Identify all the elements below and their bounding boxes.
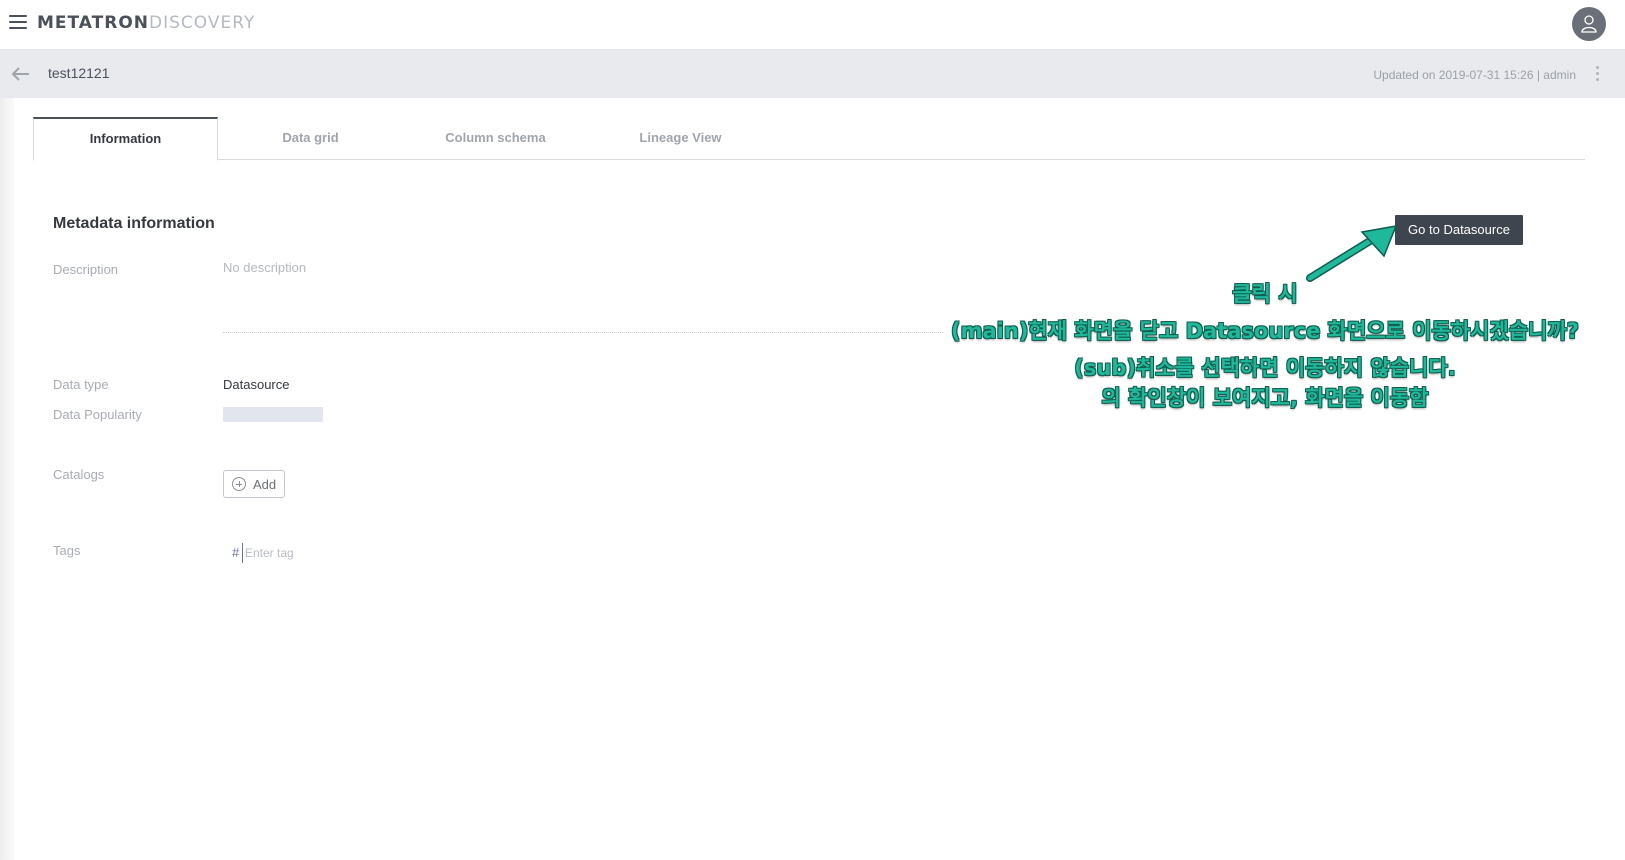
hash-icon: # xyxy=(232,545,240,560)
catalogs-label: Catalogs xyxy=(53,467,105,482)
tab-bar: Information Data grid Column schema Line… xyxy=(33,117,1585,161)
app-logo[interactable]: METATRONDISCOVERY xyxy=(37,13,255,33)
left-shadow xyxy=(0,98,14,860)
back-arrow-icon[interactable] xyxy=(10,66,30,82)
annotation-line-2: (main)현재 화면을 닫고 Datasource 화면으로 이동하시겠습니까… xyxy=(951,319,1579,343)
description-label: Description xyxy=(53,262,119,277)
add-catalog-button[interactable]: Add xyxy=(223,470,285,498)
more-options-icon[interactable] xyxy=(1594,66,1600,84)
datatype-value: Datasource xyxy=(223,377,290,392)
go-to-datasource-button[interactable]: Go to Datasource xyxy=(1395,215,1523,245)
section-title: Metadata information xyxy=(53,215,215,232)
top-navbar: METATRONDISCOVERY xyxy=(0,0,1625,50)
tab-data-grid[interactable]: Data grid xyxy=(218,117,403,160)
annotation-line-1: 클릭 시 xyxy=(1232,282,1298,306)
page-header: test12121 Updated on 2019-07-31 15:26 | … xyxy=(0,50,1625,98)
tag-input[interactable] xyxy=(242,543,442,563)
plus-circle-icon xyxy=(232,477,246,491)
annotation-line-3: (sub)취소를 선택하면 이동하지 않습니다. xyxy=(1074,356,1456,380)
tab-information[interactable]: Information xyxy=(33,117,218,161)
popularity-label: Data Popularity xyxy=(53,407,142,422)
page-title: test12121 xyxy=(48,65,110,81)
description-divider xyxy=(223,332,943,333)
user-avatar-icon[interactable] xyxy=(1572,7,1606,41)
tags-label: Tags xyxy=(53,543,81,558)
tab-lineage-view[interactable]: Lineage View xyxy=(588,117,773,160)
tab-column-schema[interactable]: Column schema xyxy=(403,117,588,160)
annotation-line-4: 의 확인창이 보여지고, 화면을 이동함 xyxy=(1101,386,1429,410)
datatype-label: Data type xyxy=(53,377,109,392)
description-value[interactable]: No description xyxy=(223,260,306,275)
annotation-arrow-icon xyxy=(1306,225,1398,282)
hamburger-menu-icon[interactable] xyxy=(9,15,27,31)
updated-info: Updated on 2019-07-31 15:26 | admin xyxy=(1373,68,1576,82)
popularity-bar xyxy=(223,407,323,422)
